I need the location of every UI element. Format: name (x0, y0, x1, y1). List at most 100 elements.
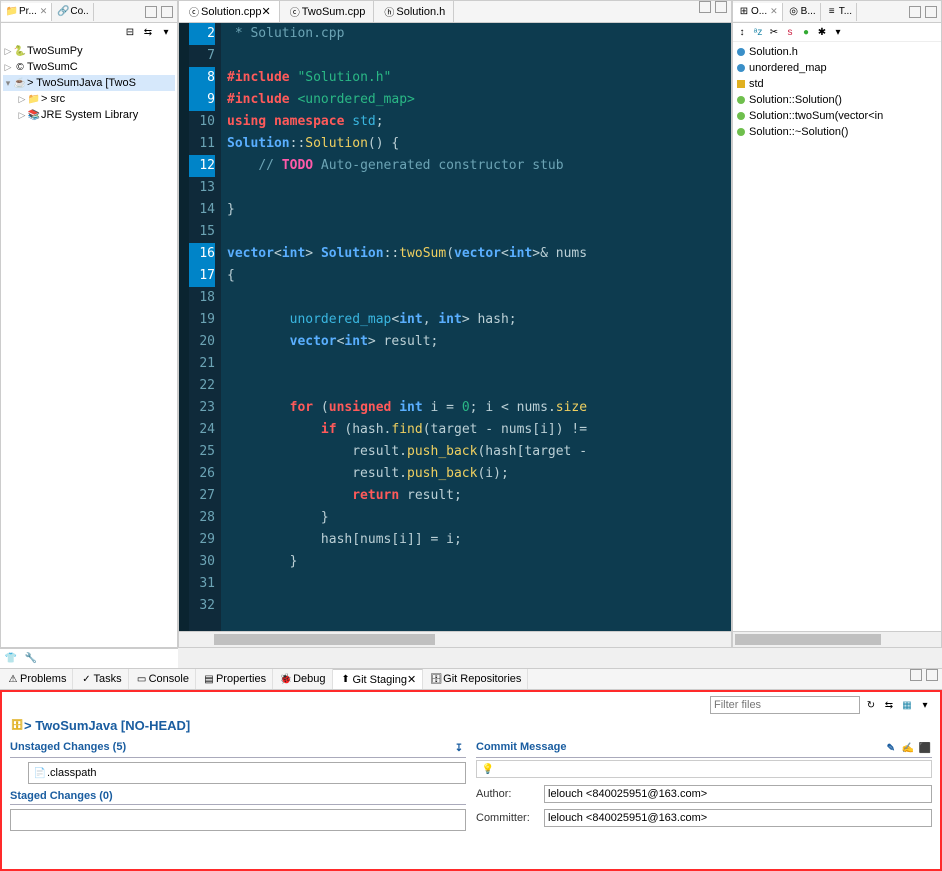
console-tab-left[interactable]: 🔗 Co.. (52, 3, 93, 21)
expand-icon[interactable]: ▷ (17, 110, 27, 121)
maximize-icon[interactable] (715, 1, 727, 13)
horizontal-scrollbar[interactable] (179, 631, 731, 647)
collapse-icon[interactable]: ▾ (3, 78, 13, 89)
git-staging-icon: ⬆ (339, 673, 353, 687)
sort-icon[interactable]: ↕ (735, 25, 749, 39)
tab-problems[interactable]: ⚠Problems (0, 669, 73, 689)
hide-static-icon[interactable]: s (783, 25, 797, 39)
outline-item[interactable]: Solution::~Solution() (737, 124, 937, 140)
code-content[interactable]: * Solution.cpp #include "Solution.h"#inc… (221, 23, 731, 631)
link-selection-icon[interactable]: ⇆ (882, 698, 896, 712)
commit-message-input[interactable]: 💡 (476, 760, 932, 778)
task-list-tab[interactable]: ≡ T... (821, 3, 857, 21)
maximize-icon[interactable] (925, 6, 937, 18)
tshirt-icon[interactable]: 👕 (4, 652, 18, 666)
tree-item-src[interactable]: ▷ 📁 > src (3, 91, 175, 107)
file-label: .classpath (47, 767, 97, 779)
outline-icon: ⊞ (737, 5, 751, 19)
tab-properties[interactable]: ▤Properties (196, 669, 273, 689)
h-file-icon: ⓗ (382, 5, 396, 19)
project-explorer-tab[interactable]: 📁 Pr... ✕ (1, 3, 52, 21)
sort-icon[interactable]: ↧ (452, 741, 466, 755)
java-project-icon: ☕ (13, 76, 27, 90)
outline-label: Solution::twoSum(vector<in (749, 110, 883, 122)
maximize-icon[interactable] (161, 6, 173, 18)
tree-label: TwoSumC (27, 61, 78, 73)
hide-fields-icon[interactable]: ✂ (767, 25, 781, 39)
minimize-icon[interactable] (910, 669, 922, 681)
wrench-icon[interactable]: 🔧 (24, 652, 38, 666)
tree-item-jre[interactable]: ▷ 📚 JRE System Library (3, 107, 175, 123)
header-text: Staged Changes (0) (10, 790, 113, 802)
minimize-icon[interactable] (145, 6, 157, 18)
filter-files-input[interactable] (710, 696, 860, 714)
editor-tab-solution-cpp[interactable]: ⓒ Solution.cpp ✕ (179, 1, 280, 22)
header-text: Unstaged Changes (5) (10, 741, 126, 755)
refresh-icon[interactable]: ↻ (864, 698, 878, 712)
tab-git-staging[interactable]: ⬆Git Staging ✕ (333, 669, 424, 689)
tab-label: T... (839, 6, 852, 17)
tab-label: Properties (216, 673, 266, 685)
outline-item[interactable]: unordered_map (737, 60, 937, 76)
breakpoint-ruler[interactable] (179, 23, 189, 631)
collapse-all-icon[interactable]: ⊟ (123, 25, 137, 39)
amend-icon[interactable]: ✎ (884, 741, 898, 755)
method-icon (737, 128, 745, 136)
signoff-icon[interactable]: ✍ (901, 741, 915, 755)
include-icon (737, 48, 745, 56)
close-icon[interactable]: ✕ (770, 6, 778, 17)
filter-icon[interactable]: ✱ (815, 25, 829, 39)
tab-git-repos[interactable]: 🗄Git Repositories (423, 669, 528, 689)
link-editor-icon[interactable]: ⇆ (141, 25, 155, 39)
staging-toolbar: ↻ ⇆ ▦ ▾ (10, 696, 932, 714)
outline-item[interactable]: std (737, 76, 937, 92)
project-explorer-panel: 📁 Pr... ✕ 🔗 Co.. ⊟ ⇆ ▾ ▷ 🐍 TwoSumPy (0, 0, 178, 648)
code-editor[interactable]: 2789101112131415161718192021222324252627… (179, 23, 731, 631)
hide-non-public-icon[interactable]: ● (799, 25, 813, 39)
tab-label: Tasks (93, 673, 121, 685)
minimize-icon[interactable] (699, 1, 711, 13)
tab-label: Git Repositories (443, 673, 521, 685)
bottom-tabs: ⚠Problems ✓Tasks ▭Console ▤Properties 🐞D… (0, 668, 942, 690)
tree-item-twosumpy[interactable]: ▷ 🐍 TwoSumPy (3, 43, 175, 59)
minimize-icon[interactable] (909, 6, 921, 18)
tab-label: Solution.h (396, 6, 445, 18)
project-tree: ▷ 🐍 TwoSumPy ▷ © TwoSumC ▾ ☕ > TwoSumJav… (1, 41, 177, 125)
horizontal-scrollbar[interactable] (733, 631, 941, 647)
tab-debug[interactable]: 🐞Debug (273, 669, 332, 689)
committer-input[interactable] (544, 809, 932, 827)
outline-item[interactable]: Solution::Solution() (737, 92, 937, 108)
cpp-file-icon: ⓒ (288, 5, 302, 19)
expand-icon[interactable]: ▷ (17, 94, 27, 105)
tab-console[interactable]: ▭Console (129, 669, 196, 689)
repo-title: 🗄 > TwoSumJava [NO-HEAD] (10, 718, 932, 733)
close-icon[interactable]: ✕ (407, 673, 416, 686)
expand-icon[interactable]: ▷ (3, 62, 13, 73)
author-input[interactable] (544, 785, 932, 803)
tree-item-twosumc[interactable]: ▷ © TwoSumC (3, 59, 175, 75)
outline-item[interactable]: Solution::twoSum(vector<in (737, 108, 937, 124)
expand-icon[interactable]: ▷ (3, 46, 13, 57)
unstaged-file-item[interactable]: 📄 .classpath (28, 762, 466, 784)
tree-item-twosumjava[interactable]: ▾ ☕ > TwoSumJava [TwoS (3, 75, 175, 91)
maximize-icon[interactable] (926, 669, 938, 681)
outline-tabs: ⊞ O... ✕ ◎ B... ≡ T... (733, 1, 941, 23)
editor-tab-solution-h[interactable]: ⓗ Solution.h (374, 1, 454, 22)
tab-tasks[interactable]: ✓Tasks (73, 669, 128, 689)
changeid-icon[interactable]: ⬛ (918, 741, 932, 755)
az-sort-icon[interactable]: ᵃz (751, 25, 765, 39)
close-icon[interactable]: ✕ (262, 5, 271, 18)
tab-label: Console (149, 673, 189, 685)
build-targets-tab[interactable]: ◎ B... (783, 3, 821, 21)
view-menu-icon[interactable]: ▾ (831, 25, 845, 39)
close-icon[interactable]: ✕ (40, 6, 48, 17)
editor-tab-twosum-cpp[interactable]: ⓒ TwoSum.cpp (280, 1, 375, 22)
staged-header: Staged Changes (0) (10, 790, 466, 805)
view-menu-icon[interactable]: ▾ (918, 698, 932, 712)
tasks-icon: ✓ (79, 672, 93, 686)
view-menu-icon[interactable]: ▾ (159, 25, 173, 39)
outline-tab[interactable]: ⊞ O... ✕ (733, 3, 783, 21)
layout-icon[interactable]: ▦ (900, 698, 914, 712)
outline-item[interactable]: Solution.h (737, 44, 937, 60)
staged-files-list[interactable] (10, 809, 466, 831)
